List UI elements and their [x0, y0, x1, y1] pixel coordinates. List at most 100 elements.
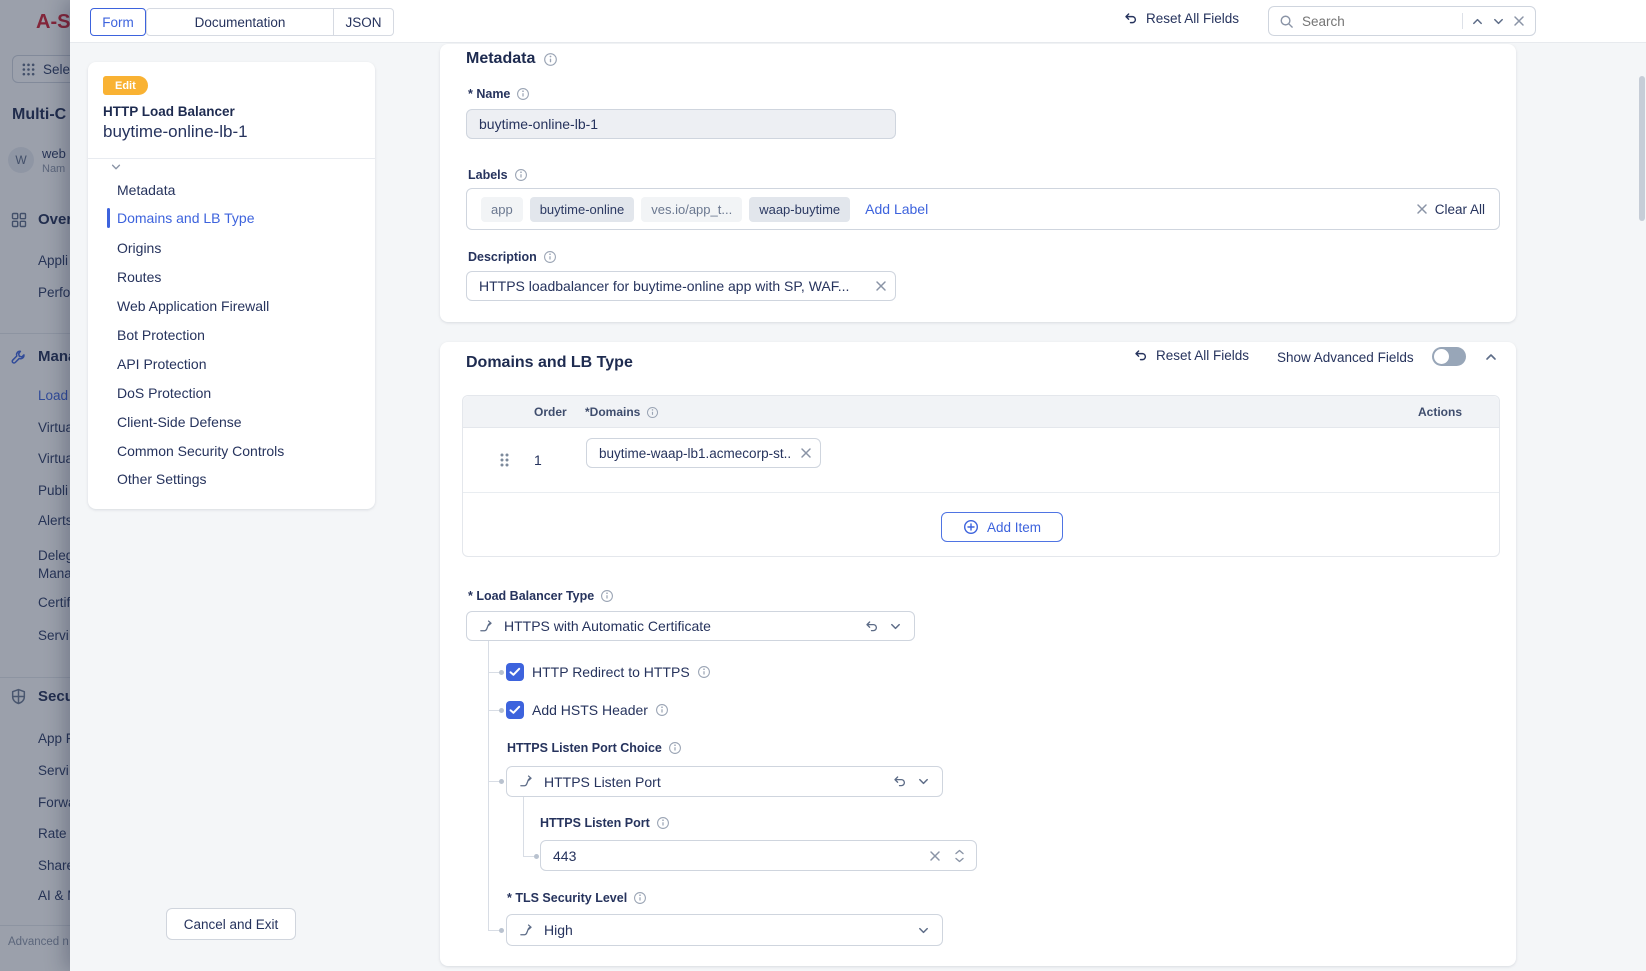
description-input[interactable]: [466, 271, 896, 301]
chevron-down-icon[interactable]: [889, 620, 902, 633]
close-icon[interactable]: [875, 280, 887, 292]
scrollbar-thumb[interactable]: [1639, 76, 1645, 221]
edit-badge: Edit: [103, 76, 148, 95]
labels-container: app buytime-online ves.io/app_t... waap-…: [466, 188, 1500, 230]
show-advanced-fields-label: Show Advanced Fields: [1277, 350, 1414, 365]
collapse-section-icon[interactable]: [1484, 350, 1498, 364]
plus-circle-icon: [963, 519, 979, 535]
name-field-label: * Name: [468, 87, 530, 101]
http-redirect-label: HTTP Redirect to HTTPS: [532, 664, 711, 680]
label-chip-key[interactable]: app: [481, 197, 523, 222]
wizard-section-metadata[interactable]: Metadata: [117, 182, 175, 198]
wizard-section-csc[interactable]: Common Security Controls: [117, 443, 284, 459]
hsts-checkbox[interactable]: [506, 701, 524, 719]
name-input[interactable]: [466, 109, 896, 139]
lb-type-label: * Load Balancer Type: [468, 589, 614, 603]
modal-topbar: Form Documentation JSON Reset All Fields: [70, 0, 1646, 43]
number-stepper[interactable]: [954, 848, 965, 864]
info-icon[interactable]: [697, 665, 711, 679]
domains-title: Domains and LB Type: [466, 354, 633, 372]
one-of-branch-icon: [519, 774, 534, 789]
nav-divider: [88, 158, 375, 159]
port-choice-label: HTTPS Listen Port Choice: [507, 741, 682, 755]
metadata-title: Metadata: [466, 50, 558, 68]
label-chip-value[interactable]: waap-buytime: [749, 197, 850, 222]
tree-connector-dot: [499, 779, 504, 784]
reset-icon: [1133, 348, 1148, 363]
screen-dim-overlay: [0, 0, 70, 971]
info-icon[interactable]: [514, 168, 528, 182]
info-icon[interactable]: [600, 589, 614, 603]
description-field-label: Description: [468, 250, 557, 264]
object-name: buytime-online-lb-1: [103, 122, 248, 142]
advanced-fields-toggle[interactable]: [1432, 347, 1466, 366]
label-chip-value[interactable]: buytime-online: [530, 197, 635, 222]
info-icon[interactable]: [516, 87, 530, 101]
column-header-domains: *Domains: [585, 405, 659, 419]
tab-json[interactable]: JSON: [333, 8, 394, 36]
search-input[interactable]: [1302, 8, 1454, 34]
info-icon[interactable]: [543, 250, 557, 264]
wizard-nav-card: Edit HTTP Load Balancer buytime-online-l…: [88, 62, 375, 509]
editor-modal: Form Documentation JSON Reset All Fields: [70, 0, 1646, 971]
tree-connector-dot: [499, 670, 504, 675]
close-icon[interactable]: [929, 850, 941, 862]
lb-type-select[interactable]: HTTPS with Automatic Certificate: [466, 611, 915, 641]
reset-all-fields-button[interactable]: Reset All Fields: [1123, 11, 1239, 26]
port-choice-select[interactable]: HTTPS Listen Port: [506, 766, 943, 797]
tree-connector-dot: [499, 928, 504, 933]
tree-connector-dot: [534, 854, 539, 859]
wizard-section-waf[interactable]: Web Application Firewall: [117, 298, 269, 314]
tab-form[interactable]: Form: [90, 8, 146, 36]
search-divider: [1462, 13, 1463, 29]
add-item-button[interactable]: Add Item: [941, 512, 1063, 542]
domains-table: Order *Domains Actions 1: [462, 395, 1500, 557]
info-icon[interactable]: [646, 406, 659, 419]
wizard-section-other[interactable]: Other Settings: [117, 471, 207, 487]
screen: A-S Selec Multi-C W web Nam Over Appli P: [0, 0, 1646, 971]
wizard-section-origins[interactable]: Origins: [117, 240, 161, 256]
add-label-link[interactable]: Add Label: [865, 201, 928, 217]
wizard-section-domains[interactable]: Domains and LB Type: [117, 210, 255, 226]
info-icon[interactable]: [543, 52, 558, 67]
collapse-caret-icon[interactable]: [110, 161, 122, 173]
tls-level-select[interactable]: High: [506, 914, 943, 946]
chevron-down-icon[interactable]: [917, 775, 930, 788]
hsts-label: Add HSTS Header: [532, 702, 669, 718]
reset-icon[interactable]: [864, 619, 879, 634]
label-chip-key[interactable]: ves.io/app_t...: [641, 197, 742, 222]
info-icon[interactable]: [656, 816, 670, 830]
table-header-row: Order *Domains Actions: [463, 396, 1499, 428]
row-order-value: 1: [534, 452, 542, 468]
tree-connector-dot: [499, 708, 504, 713]
port-input[interactable]: [540, 840, 977, 871]
wizard-section-dos[interactable]: DoS Protection: [117, 385, 211, 401]
wizard-section-routes[interactable]: Routes: [117, 269, 161, 285]
reset-icon[interactable]: [892, 774, 907, 789]
clear-all-button[interactable]: Clear All: [1416, 202, 1485, 217]
one-of-branch-icon: [479, 619, 494, 634]
domains-reset-all-button[interactable]: Reset All Fields: [1133, 348, 1249, 363]
close-icon[interactable]: [1513, 15, 1525, 27]
active-section-bar: [107, 208, 110, 228]
object-type-title: HTTP Load Balancer: [103, 104, 235, 119]
chevron-down-icon[interactable]: [1492, 15, 1505, 28]
wizard-section-bot[interactable]: Bot Protection: [117, 327, 205, 343]
domain-input[interactable]: [586, 438, 821, 468]
tab-documentation[interactable]: Documentation: [146, 8, 334, 36]
cancel-and-exit-button[interactable]: Cancel and Exit: [166, 908, 296, 940]
chevron-down-icon[interactable]: [917, 924, 930, 937]
search-icon: [1279, 14, 1294, 29]
port-choice-value: HTTPS Listen Port: [544, 774, 882, 790]
close-icon[interactable]: [800, 447, 812, 459]
wizard-section-csd[interactable]: Client-Side Defense: [117, 414, 242, 430]
chevron-up-icon[interactable]: [1471, 15, 1484, 28]
tls-level-label: * TLS Security Level: [507, 891, 647, 905]
http-redirect-checkbox[interactable]: [506, 663, 524, 681]
port-label: HTTPS Listen Port: [540, 816, 670, 830]
info-icon[interactable]: [655, 703, 669, 717]
wizard-section-api[interactable]: API Protection: [117, 356, 207, 372]
info-icon[interactable]: [668, 741, 682, 755]
drag-handle-icon[interactable]: [499, 452, 510, 468]
info-icon[interactable]: [633, 891, 647, 905]
